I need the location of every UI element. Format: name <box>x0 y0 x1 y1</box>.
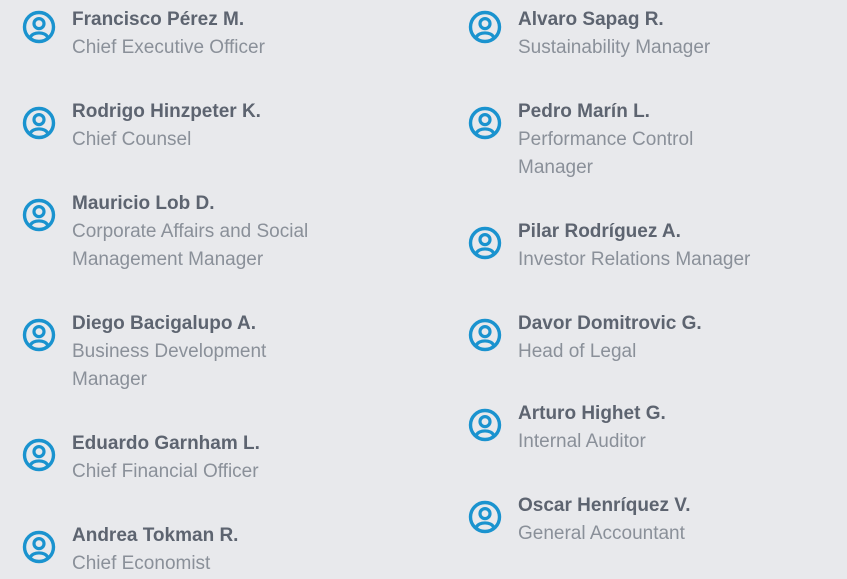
person-name: Davor Domitrovic G. <box>518 313 702 334</box>
user-circle-icon <box>468 226 502 260</box>
person-name: Pilar Rodríguez A. <box>518 221 681 242</box>
person-role: Internal Auditor <box>518 431 646 452</box>
person-name: Andrea Tokman R. <box>72 525 239 546</box>
user-circle-icon <box>22 10 56 44</box>
person-role: Chief Economist <box>72 553 211 574</box>
user-circle-icon <box>22 438 56 472</box>
user-circle-icon <box>22 530 56 564</box>
person-role: Manager <box>72 369 147 390</box>
user-circle-icon <box>468 408 502 442</box>
person-name: Rodrigo Hinzpeter K. <box>72 101 261 122</box>
person-role: Investor Relations Manager <box>518 249 751 270</box>
user-circle-icon <box>468 500 502 534</box>
person-name: Eduardo Garnham L. <box>72 433 260 454</box>
user-circle-icon <box>22 198 56 232</box>
person-role: Sustainability Manager <box>518 37 711 58</box>
user-circle-icon <box>22 318 56 352</box>
person-role: Chief Financial Officer <box>72 461 259 482</box>
person-name: Francisco Pérez M. <box>72 9 245 30</box>
user-circle-icon <box>468 106 502 140</box>
person-name: Oscar Henríquez V. <box>518 495 691 516</box>
user-circle-icon <box>22 106 56 140</box>
person-name: Mauricio Lob D. <box>72 193 215 214</box>
person-role: Corporate Affairs and Social <box>72 221 309 242</box>
person-role: Manager <box>518 157 593 178</box>
person-role: Head of Legal <box>518 341 637 362</box>
user-circle-icon <box>468 10 502 44</box>
person-role: Business Development <box>72 341 267 362</box>
person-name: Pedro Marín L. <box>518 101 650 122</box>
person-role: Management Manager <box>72 249 264 270</box>
person-name: Arturo Highet G. <box>518 403 666 424</box>
person-name: Alvaro Sapag R. <box>518 9 664 30</box>
person-role: Chief Executive Officer <box>72 37 265 58</box>
person-role: General Accountant <box>518 523 685 544</box>
user-circle-icon <box>468 318 502 352</box>
person-role: Chief Counsel <box>72 129 192 150</box>
person-role: Performance Control <box>518 129 694 150</box>
person-name: Diego Bacigalupo A. <box>72 313 257 334</box>
